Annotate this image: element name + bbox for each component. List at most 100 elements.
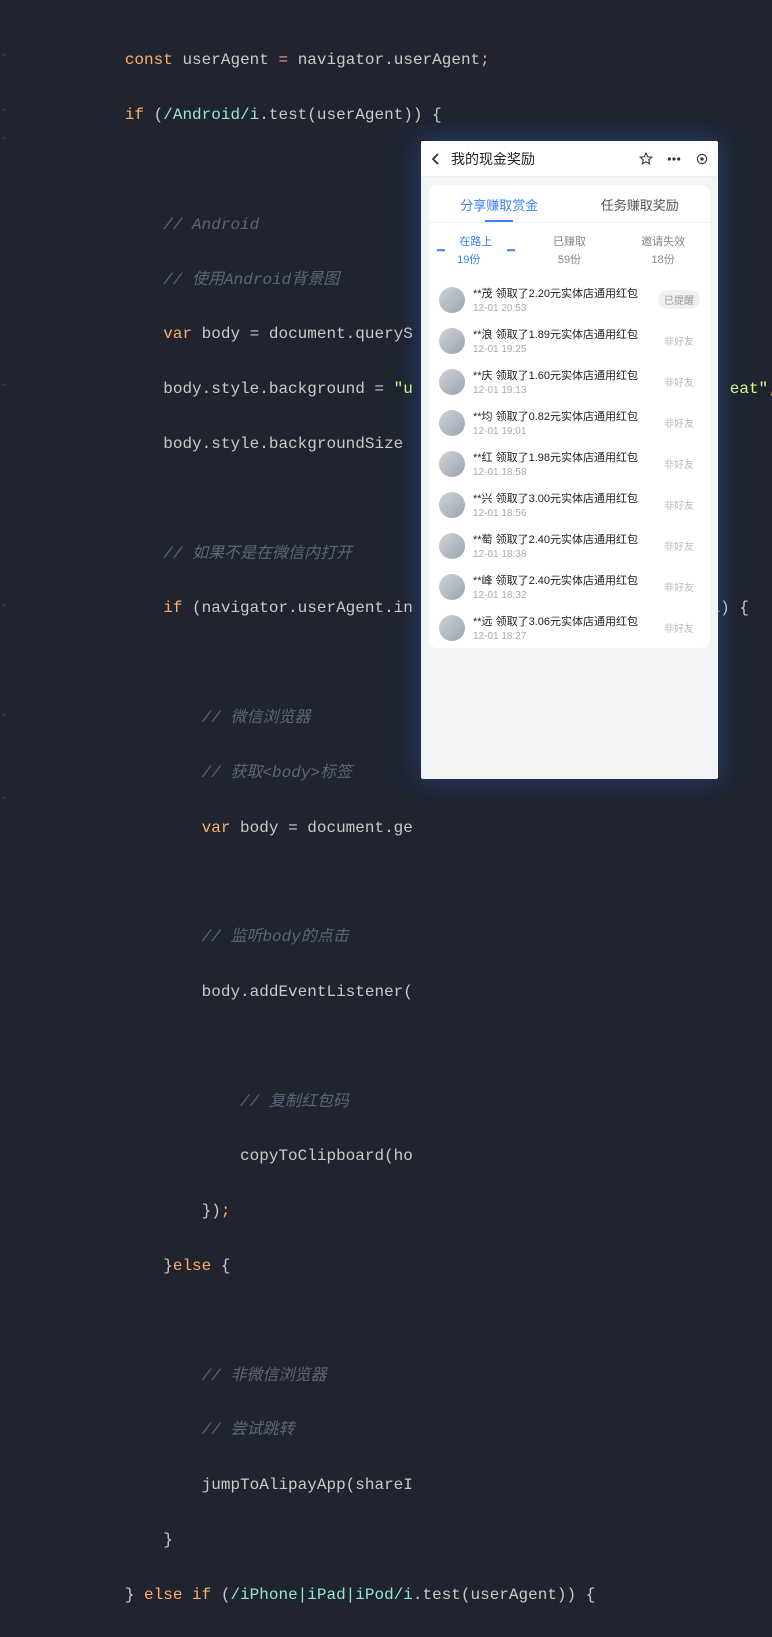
ident-userAgent: userAgent (182, 51, 268, 69)
code-text: }) (202, 1202, 221, 1220)
status-badge-notfriend: 非好友 (658, 331, 700, 350)
back-icon[interactable] (429, 152, 443, 166)
list-item-title: **浪 领取了1.89元实体店通用红包 (473, 326, 650, 342)
ident-userAgent2: userAgent (394, 51, 480, 69)
keyword-const: const (125, 51, 173, 69)
stat-expired[interactable]: 邀请失效 18份 (616, 233, 710, 267)
avatar (439, 492, 465, 518)
list-item-title: **茂 领取了2.20元实体店通用红包 (473, 285, 650, 301)
list-item-time: 12-01 18:27 (473, 631, 650, 642)
main-card: 分享赚取赏金 任务赚取奖励 在路上 19份 已赚取 59份 邀请失效 18份 *… (429, 185, 710, 648)
list-item-info: **萄 领取了2.40元实体店通用红包 12-01 18:38 (473, 531, 650, 560)
comment-wechat: // 如果不是在微信内打开 (163, 545, 352, 563)
star-icon[interactable] (638, 151, 654, 167)
list-item-info: **均 领取了0.82元实体店通用红包 12-01 19:01 (473, 408, 650, 437)
stat-count: 19份 (429, 251, 523, 267)
status-badge-reminded: 已提醒 (658, 290, 700, 309)
avatar (439, 574, 465, 600)
phone-mock: 我的现金奖励 分享赚取赏金 任务赚取奖励 在路上 19份 已赚取 5 (421, 141, 718, 779)
status-badge-notfriend: 非好友 (658, 372, 700, 391)
list-item[interactable]: **峰 领取了2.40元实体店通用红包12-01 18:32非好友 (429, 566, 710, 607)
keyword-var2: var (202, 819, 231, 837)
code-text: body.addEventListener( (202, 983, 413, 1001)
string-fragment: "u (394, 380, 413, 398)
code-text: body = document.queryS (192, 325, 413, 343)
avatar (439, 287, 465, 313)
keyword-var: var (163, 325, 192, 343)
code-text: copyToClipboard(ho (240, 1147, 413, 1165)
status-badge-notfriend: 非好友 (658, 577, 700, 596)
list-item[interactable]: **红 领取了1.98元实体店通用红包12-01 18:58 非好友 (429, 443, 710, 484)
more-icon[interactable] (666, 151, 682, 167)
comment-copy: // 复制红包码 (240, 1093, 349, 1111)
brace-close2: } (163, 1531, 173, 1549)
avatar (439, 451, 465, 477)
comment-android: // Android (163, 216, 259, 234)
tabs: 分享赚取赏金 任务赚取奖励 (429, 185, 710, 223)
code-text: jumpToAlipayApp(shareI (202, 1476, 413, 1494)
list-item-title: **兴 领取了3.00元实体店通用红包 (473, 490, 650, 506)
tab-task[interactable]: 任务赚取奖励 (570, 185, 711, 222)
page-title: 我的现金奖励 (451, 149, 630, 169)
list-item[interactable]: **茂 领取了2.20元实体店通用红包 12-01 20:53 已提醒 (429, 279, 710, 320)
stat-label: 已赚取 (553, 236, 586, 248)
list-item-time: 12-01 18:56 (473, 508, 650, 519)
list-item-time: 12-01 19:13 (473, 385, 650, 396)
list-item-info: **浪 领取了1.89元实体店通用红包 12-01 19:25 (473, 326, 650, 355)
list-item[interactable]: **远 领取了3.06元实体店通用红包 12-01 18:27 非好友 (429, 607, 710, 648)
status-badge-notfriend: 非好友 (658, 618, 700, 637)
code-text: ) { (720, 599, 749, 617)
brace-open: { (211, 1257, 230, 1275)
test-call2: .test(userAgent)) { (413, 1586, 595, 1604)
phone-titlebar: 我的现金奖励 (421, 141, 718, 177)
list-item-time: 12-01 18:38 (473, 549, 650, 560)
regex-ios: /iPhone|iPad|iPod/i (230, 1586, 412, 1604)
code-text: body = document.ge (230, 819, 412, 837)
status-badge-notfriend: 非好友 (658, 454, 700, 473)
code-text: body.style.background = (163, 380, 393, 398)
list-item-title: **庆 领取了1.60元实体店通用红包 (473, 367, 650, 383)
list-item-info: **茂 领取了2.20元实体店通用红包 12-01 20:53 (473, 285, 650, 314)
avatar (439, 369, 465, 395)
list-item-title: **峰 领取了2.40元实体店通用红包 (473, 572, 650, 588)
comment-listen: // 监听body的点击 (202, 928, 349, 946)
list-item-title: **红 领取了1.98元实体店通用红包 (473, 449, 650, 465)
code-text: body.style.backgroundSize (163, 435, 403, 453)
list-item[interactable]: **庆 领取了1.60元实体店通用红包 12-01 19:13 非好友 (429, 361, 710, 402)
list-item-time: 12-01 19:25 (473, 344, 650, 355)
avatar (439, 615, 465, 641)
stat-count: 18份 (616, 251, 710, 267)
status-badge-notfriend: 非好友 (658, 536, 700, 555)
keyword-if3: if (192, 1586, 211, 1604)
target-icon[interactable] (694, 151, 710, 167)
list-item-info: **兴 领取了3.00元实体店通用红包 12-01 18:56 (473, 490, 650, 519)
code-text: (navigator.userAgent.in (182, 599, 412, 617)
keyword-else2: else (144, 1586, 182, 1604)
brace-close: } (163, 1257, 173, 1275)
stat-label: 在路上 (459, 236, 492, 248)
list-item[interactable]: **均 领取了0.82元实体店通用红包 12-01 19:01 非好友 (429, 402, 710, 443)
list-item-title: **萄 领取了2.40元实体店通用红包 (473, 531, 650, 547)
avatar (439, 410, 465, 436)
stat-earned[interactable]: 已赚取 59份 (523, 233, 617, 267)
list-item-time: 12-01 20:53 (473, 303, 650, 314)
tab-share[interactable]: 分享赚取赏金 (429, 185, 570, 222)
op-assign: = (278, 51, 288, 69)
stat-label: 邀请失效 (641, 236, 685, 248)
list-item[interactable]: **兴 领取了3.00元实体店通用红包12-01 18:56非好友 (429, 484, 710, 525)
keyword-if2: if (163, 599, 182, 617)
list-item-info: **庆 领取了1.60元实体店通用红包 12-01 19:13 (473, 367, 650, 396)
comment-bg: // 使用Android背景图 (163, 271, 339, 289)
keyword-else: else (173, 1257, 211, 1275)
status-badge-notfriend: 非好友 (658, 413, 700, 432)
comment-jump: // 尝试跳转 (202, 1421, 295, 1439)
list-item[interactable]: **萄 领取了2.40元实体店通用红包 12-01 18:38 非好友 (429, 525, 710, 566)
list-item-title: **远 领取了3.06元实体店通用红包 (473, 613, 650, 629)
list-item-time: 12-01 19:01 (473, 426, 650, 437)
stat-onway[interactable]: 在路上 19份 (429, 233, 523, 267)
list-item-title: **均 领取了0.82元实体店通用红包 (473, 408, 650, 424)
list-item-info: **红 领取了1.98元实体店通用红包12-01 18:58 (473, 449, 650, 478)
ident-navigator: navigator (298, 51, 384, 69)
paren-open: ( (211, 1586, 230, 1604)
list-item[interactable]: **浪 领取了1.89元实体店通用红包 12-01 19:25 非好友 (429, 320, 710, 361)
